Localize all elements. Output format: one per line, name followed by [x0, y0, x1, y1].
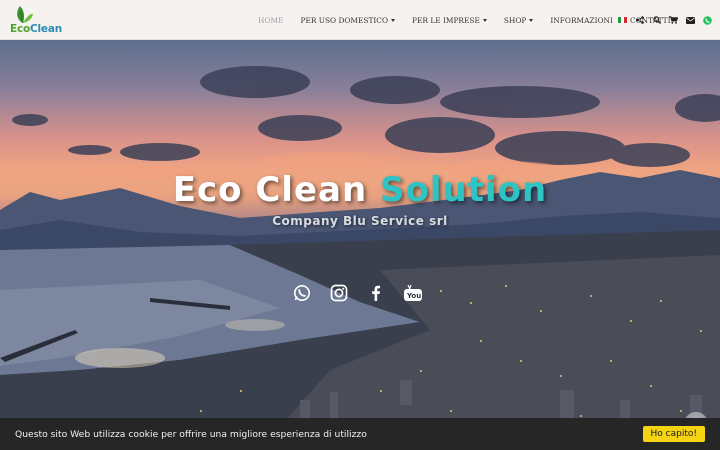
top-navbar: EcoClean HOME PER USO DOMESTICO PER LE I… [0, 0, 720, 40]
menu-item-home[interactable]: HOME [258, 16, 283, 25]
search-icon[interactable] [652, 16, 661, 25]
caret-down-icon [482, 19, 487, 22]
logo[interactable]: EcoClean [8, 4, 62, 36]
hero-subtitle: Company Blu Service srl [272, 214, 448, 228]
mail-icon[interactable] [686, 16, 695, 25]
facebook-icon[interactable] [365, 282, 387, 304]
svg-text:You: You [406, 292, 421, 300]
cookie-banner: Questo sito Web utilizza cookie per offr… [0, 418, 720, 450]
hero-title-accent: Solution [380, 170, 548, 210]
instagram-icon[interactable] [328, 282, 350, 304]
logo-eco: Eco [10, 23, 31, 35]
nav-icon-group [610, 0, 712, 40]
hero-title: Eco Clean Solution [0, 170, 720, 210]
youtube-icon[interactable]: You [402, 282, 424, 304]
whatsapp-icon[interactable] [703, 15, 712, 25]
whatsapp-icon[interactable] [291, 282, 313, 304]
menu-item-imprese[interactable]: PER LE IMPRESE [412, 16, 487, 25]
cookie-accept-button[interactable]: Ho capito! [642, 426, 705, 442]
logo-clean: Clean [30, 23, 63, 35]
menu-item-informazioni[interactable]: INFORMAZIONI [550, 16, 613, 25]
logo-text: EcoClean [10, 23, 62, 35]
hero-title-main: Eco Clean [172, 170, 368, 210]
city-panorama-image [0, 66, 720, 450]
hero-banner: Eco Clean Solution Company Blu Service s… [0, 40, 720, 450]
caret-down-icon [529, 19, 534, 22]
social-links: You [291, 282, 439, 304]
cookie-message: Questo sito Web utilizza cookie per offr… [15, 428, 367, 440]
menu-item-uso-domestico[interactable]: PER USO DOMESTICO [300, 16, 396, 25]
leaf-icon [17, 6, 33, 24]
menu-item-shop[interactable]: SHOP [504, 16, 534, 25]
share-icon[interactable] [635, 16, 644, 25]
caret-down-icon [391, 19, 396, 22]
cart-icon[interactable] [669, 16, 678, 25]
italian-flag-icon[interactable] [618, 16, 627, 25]
